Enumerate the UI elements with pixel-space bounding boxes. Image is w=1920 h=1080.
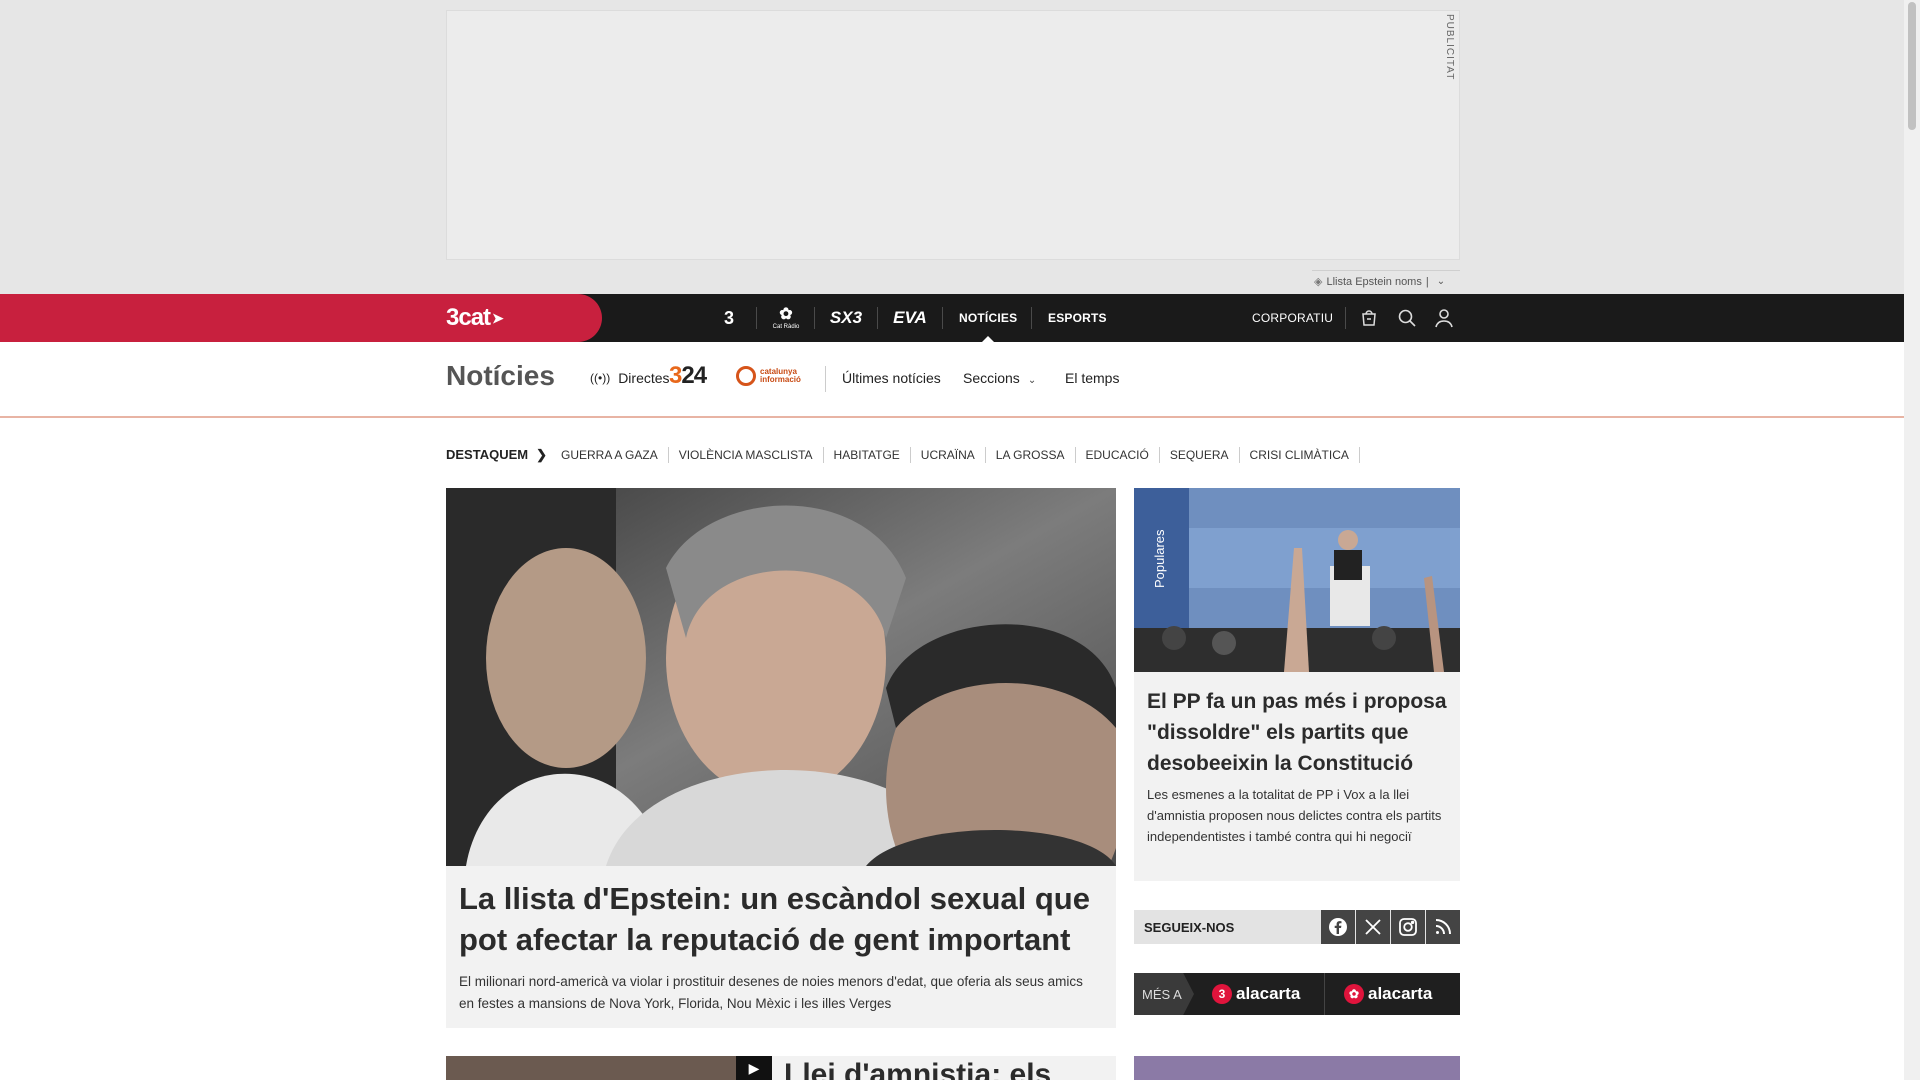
channel-catradio-logo[interactable]: ✿ Cat Ràdio xyxy=(770,294,802,342)
channel-sx3-logo[interactable]: SX3 xyxy=(826,294,866,342)
channel-eva-logo[interactable]: EVA xyxy=(890,294,930,342)
top-navigation: 3cat ➤ 3 ✿ Cat Ràdio SX3 EVA NOTÍCIES ESP… xyxy=(0,294,1904,342)
divider xyxy=(1324,973,1325,1015)
side-headline[interactable]: El PP fa un pas més i proposa "dissoldre… xyxy=(1147,686,1447,779)
channel-tv3-logo[interactable]: 3 xyxy=(714,294,744,342)
next-article-headline[interactable]: Llei d'amnistia: els xyxy=(784,1058,1051,1080)
catalunya-informacio-logo[interactable]: catalunya informació xyxy=(736,366,812,386)
tag-violencia-masclista[interactable]: VIOLÈNCIA MASCLISTA xyxy=(669,447,824,463)
divider xyxy=(877,307,878,329)
side-article[interactable]: Populares El PP fa un pas més i proposa … xyxy=(1134,488,1460,881)
tag-crisi-climatica[interactable]: CRISI CLIMÀTICA xyxy=(1240,447,1360,463)
tag-ucraina[interactable]: UCRAÏNA xyxy=(911,447,986,463)
side-photo[interactable]: Populares xyxy=(1134,488,1460,672)
tag-habitatge[interactable]: HABITATGE xyxy=(824,447,911,463)
scrollbar-thumb[interactable] xyxy=(1908,2,1916,130)
feature-article[interactable]: La llista d'Epstein: un escàndol sexual … xyxy=(446,488,1116,1028)
topic-tag-label: Llista Epstein noms xyxy=(1326,275,1422,288)
next-side-photo[interactable] xyxy=(1134,1056,1460,1080)
play-icon[interactable]: ▶ xyxy=(736,1056,772,1080)
ad-banner[interactable] xyxy=(446,10,1460,260)
divider xyxy=(1345,307,1346,329)
x-twitter-icon[interactable] xyxy=(1356,910,1390,944)
seccions-dropdown[interactable]: Seccions ⌄ xyxy=(963,370,1036,386)
324-logo[interactable]: 324 xyxy=(669,362,707,390)
scrollbar[interactable] xyxy=(1904,0,1920,1080)
search-icon[interactable] xyxy=(1395,306,1419,330)
divider xyxy=(1031,307,1032,329)
nav-noticies[interactable]: NOTÍCIES xyxy=(959,294,1017,342)
ad-zone: PUBLICITAT ◈ Llista Epstein noms | ⌄ xyxy=(0,0,1904,294)
nav-corporatiu[interactable]: CORPORATIU xyxy=(1252,294,1333,342)
section-header: Notícies ((•)) Directes 324 catalunya in… xyxy=(0,342,1904,418)
tag-guerra-gaza[interactable]: GUERRA A GAZA xyxy=(561,447,669,463)
rss-icon[interactable] xyxy=(1426,910,1460,944)
tv3-badge-icon: 3 xyxy=(1212,984,1232,1004)
destaquem-bar: DESTAQUEM ❯ GUERRA A GAZA VIOLÈNCIA MASCL… xyxy=(446,444,1360,466)
tag-educacio[interactable]: EDUCACIÓ xyxy=(1076,447,1160,463)
tag-icon: ◈ xyxy=(1314,276,1323,288)
catinfo-circle-icon xyxy=(736,366,756,386)
tv3-alacarta-link[interactable]: 3 alacarta xyxy=(1212,973,1300,1015)
destaquem-label[interactable]: DESTAQUEM ❯ xyxy=(446,447,547,463)
divider xyxy=(825,366,826,392)
brand-block: 3cat ➤ xyxy=(0,294,602,342)
catradio-badge-icon: ✿ xyxy=(1344,984,1364,1004)
nav-esports[interactable]: ESPORTS xyxy=(1048,294,1107,342)
follow-label: SEGUEIX-NOS xyxy=(1144,920,1235,935)
ultimes-noticies-link[interactable]: Últimes notícies xyxy=(842,370,941,386)
divider xyxy=(756,307,757,329)
instagram-icon[interactable] xyxy=(1391,910,1425,944)
ad-label: PUBLICITAT xyxy=(1444,14,1455,81)
chevron-down-icon[interactable]: ⌄ xyxy=(1437,276,1445,287)
next-article-photo[interactable] xyxy=(446,1056,772,1080)
directes-label: Directes xyxy=(618,370,670,386)
chevron-right-icon: ❯ xyxy=(536,447,548,462)
follow-bar: SEGUEIX-NOS xyxy=(1134,910,1460,944)
alacarta-bar: MÉS A 3 alacarta ✿ alacarta xyxy=(1134,973,1460,1015)
feature-summary: El milionari nord-americà va violar i pr… xyxy=(459,974,1083,1011)
catradio-bird-icon: ✿ xyxy=(779,305,793,323)
page-title[interactable]: Notícies xyxy=(446,360,555,392)
catradio-alacarta-link[interactable]: ✿ alacarta xyxy=(1344,973,1432,1015)
side-photo-text: Populares xyxy=(1152,529,1167,588)
user-icon[interactable] xyxy=(1432,306,1456,330)
3cat-logo[interactable]: 3cat ➤ xyxy=(446,304,504,332)
live-broadcast-icon: ((•)) xyxy=(590,371,611,385)
shop-icon[interactable] xyxy=(1357,306,1381,330)
directes-link[interactable]: ((•)) Directes xyxy=(590,370,670,386)
next-article-card[interactable]: Llei d'amnistia: els xyxy=(772,1056,1116,1080)
tag-la-grossa[interactable]: LA GROSSA xyxy=(986,447,1076,463)
el-temps-link[interactable]: El temps xyxy=(1065,370,1119,386)
divider: | xyxy=(1425,275,1429,288)
feature-headline[interactable]: La llista d'Epstein: un escàndol sexual … xyxy=(459,878,1099,960)
side-summary: Les esmenes a la totalitat de PP i Vox a… xyxy=(1147,787,1442,844)
divider xyxy=(942,307,943,329)
divider xyxy=(814,307,815,329)
tag-sequera[interactable]: SEQUERA xyxy=(1160,447,1240,463)
topic-tag[interactable]: ◈ Llista Epstein noms | ⌄ xyxy=(1312,270,1460,292)
facebook-icon[interactable] xyxy=(1321,910,1355,944)
mes-a-label: MÉS A xyxy=(1134,973,1194,1015)
chevron-down-icon: ⌄ xyxy=(1027,375,1037,386)
feature-photo[interactable] xyxy=(446,488,1116,866)
